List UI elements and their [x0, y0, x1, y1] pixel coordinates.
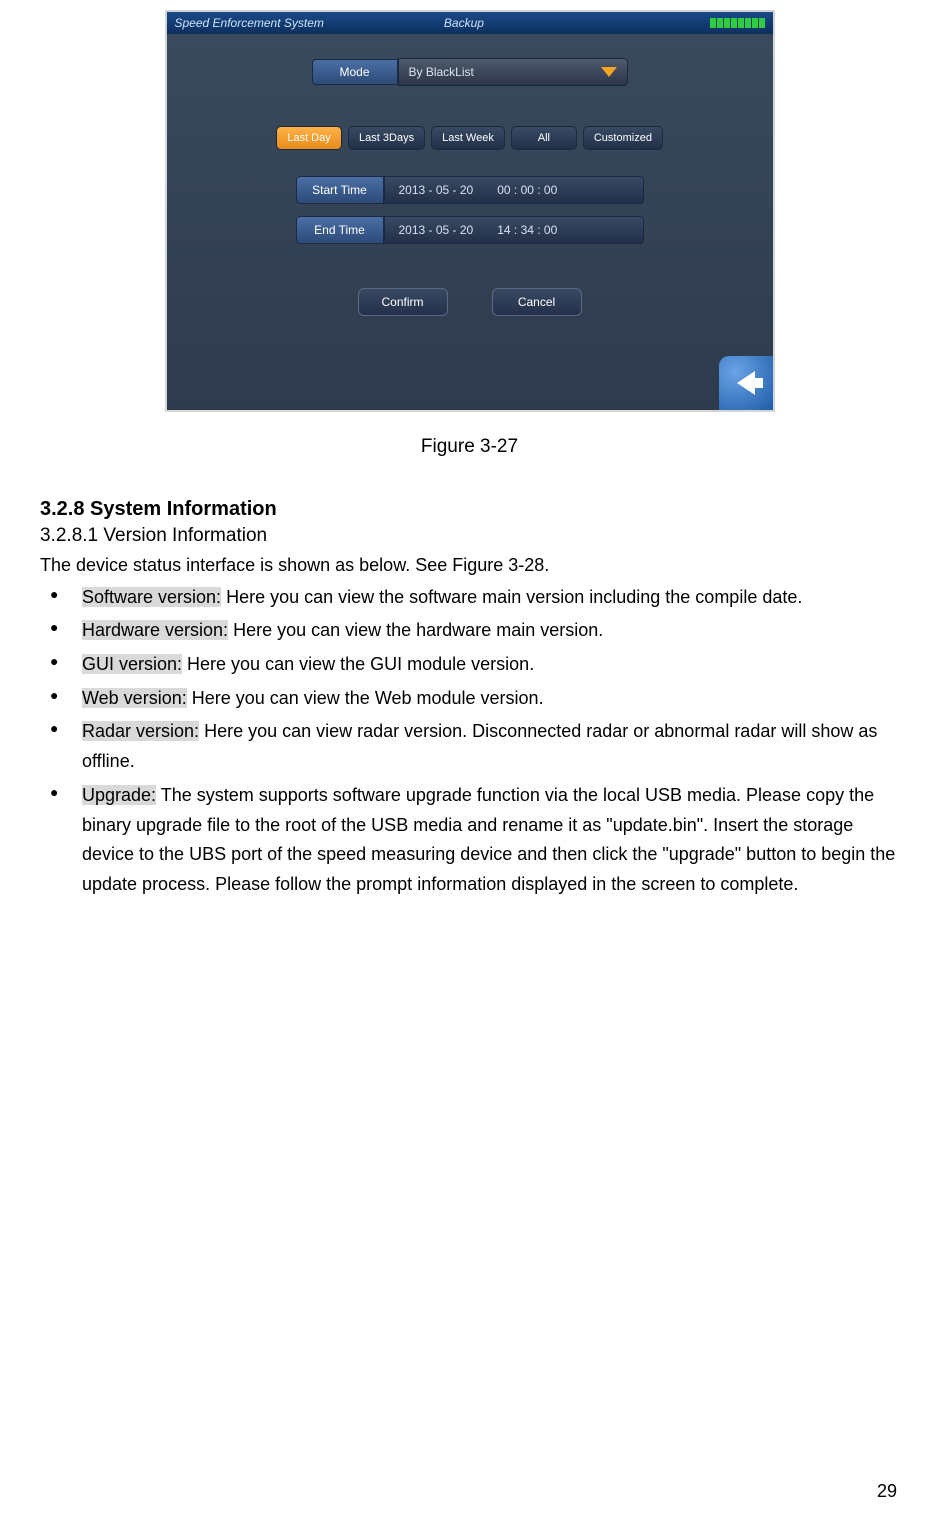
- start-time-field[interactable]: 2013 - 05 - 20 00 : 00 : 00: [384, 176, 644, 204]
- bullet-list: Software version: Here you can view the …: [40, 583, 899, 900]
- list-item: Web version: Here you can view the Web m…: [82, 684, 899, 714]
- list-text: Here you can view the software main vers…: [221, 587, 802, 607]
- list-item: Radar version: Here you can view radar v…: [82, 717, 899, 776]
- page-number: 29: [877, 1481, 897, 1502]
- mode-label: Mode: [312, 59, 398, 85]
- range-customized-button[interactable]: Customized: [583, 126, 663, 150]
- range-last-day-button[interactable]: Last Day: [276, 126, 342, 150]
- list-item: GUI version: Here you can view the GUI m…: [82, 650, 899, 680]
- end-date: 2013 - 05 - 20: [399, 223, 474, 237]
- start-time: 00 : 00 : 00: [497, 183, 557, 197]
- back-arrow-icon: [737, 371, 755, 395]
- list-text: Here you can view the GUI module version…: [182, 654, 534, 674]
- app-title-bar: Speed Enforcement System Backup: [167, 12, 773, 34]
- confirm-button[interactable]: Confirm: [358, 288, 448, 316]
- figure-block: Speed Enforcement System Backup Mode By …: [40, 10, 899, 458]
- list-item: Hardware version: Here you can view the …: [82, 616, 899, 646]
- page-tab: Backup: [444, 16, 484, 30]
- list-item: Upgrade: The system supports software up…: [82, 781, 899, 900]
- range-all-button[interactable]: All: [511, 126, 577, 150]
- app-title: Speed Enforcement System: [175, 16, 324, 30]
- highlight: Software version:: [82, 587, 221, 607]
- dropdown-arrow-icon: [601, 67, 617, 77]
- start-date: 2013 - 05 - 20: [399, 183, 474, 197]
- range-last-week-button[interactable]: Last Week: [431, 126, 505, 150]
- list-text: Here you can view the hardware main vers…: [228, 620, 603, 640]
- highlight: GUI version:: [82, 654, 182, 674]
- range-buttons: Last Day Last 3Days Last Week All Custom…: [207, 126, 733, 150]
- start-time-label: Start Time: [296, 176, 384, 204]
- mode-value: By BlackList: [409, 65, 474, 79]
- highlight: Hardware version:: [82, 620, 228, 640]
- cancel-button[interactable]: Cancel: [492, 288, 582, 316]
- range-last-3days-button[interactable]: Last 3Days: [348, 126, 425, 150]
- section-heading: 3.2.8 System Information: [40, 498, 899, 521]
- highlight: Upgrade:: [82, 785, 156, 805]
- figure-caption: Figure 3-27: [40, 436, 899, 458]
- battery-icon: [710, 18, 765, 28]
- end-time: 14 : 34 : 00: [497, 223, 557, 237]
- intro-text: The device status interface is shown as …: [40, 551, 899, 581]
- list-text: Here you can view radar version. Disconn…: [82, 721, 877, 771]
- list-text: Here you can view the Web module version…: [187, 688, 544, 708]
- subsection-heading: 3.2.8.1 Version Information: [40, 525, 899, 547]
- end-time-label: End Time: [296, 216, 384, 244]
- end-time-field[interactable]: 2013 - 05 - 20 14 : 34 : 00: [384, 216, 644, 244]
- back-button[interactable]: [719, 356, 773, 410]
- list-text: The system supports software upgrade fun…: [82, 785, 895, 894]
- highlight: Web version:: [82, 688, 187, 708]
- mode-select[interactable]: By BlackList: [398, 58, 628, 86]
- backup-screenshot: Speed Enforcement System Backup Mode By …: [165, 10, 775, 412]
- list-item: Software version: Here you can view the …: [82, 583, 899, 613]
- highlight: Radar version:: [82, 721, 199, 741]
